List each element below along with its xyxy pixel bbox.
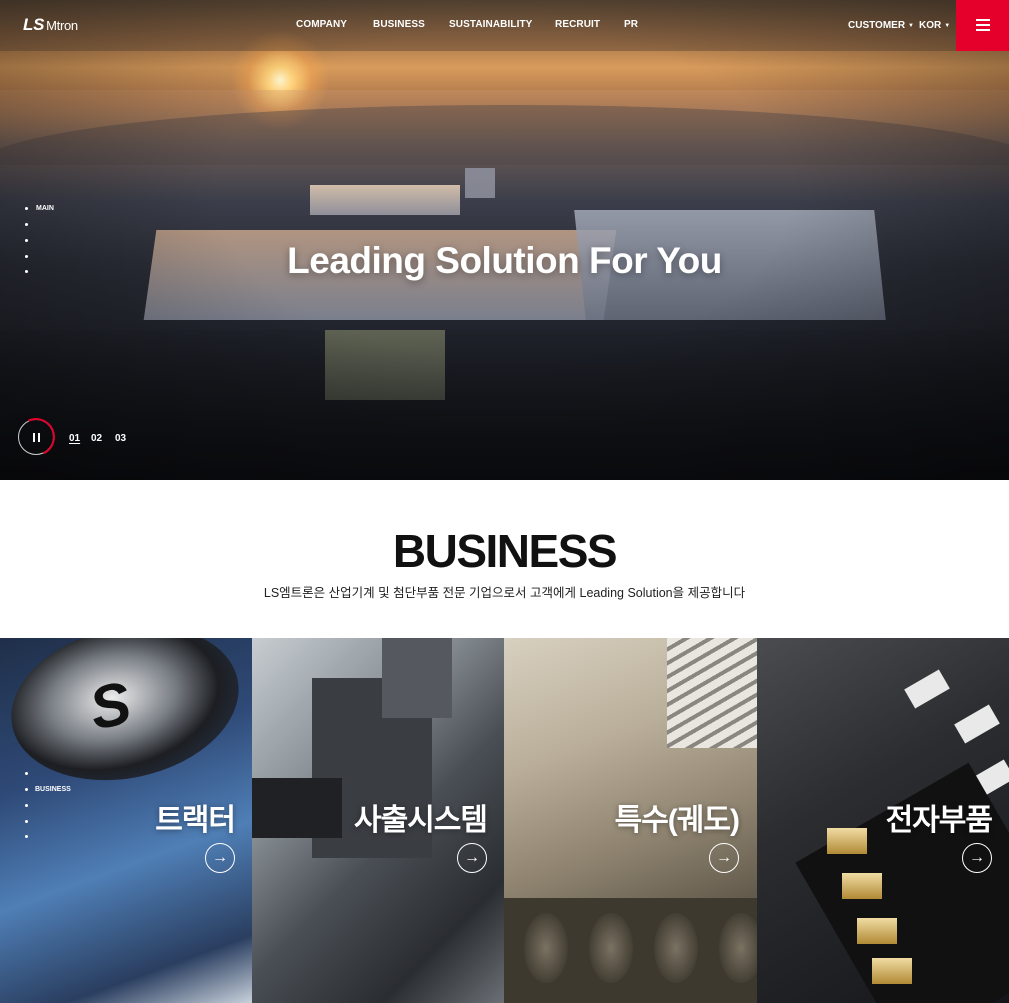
business-description: LS엠트론은 산업기계 및 첨단부품 전문 기업으로서 고객에게 Leading… xyxy=(263,586,746,600)
ls-emblem-image: S xyxy=(0,638,253,801)
circuit-pad xyxy=(954,704,1000,744)
card-title: 특수(궤도) xyxy=(614,804,740,837)
business-card-tractor[interactable]: S 트랙터 → xyxy=(0,638,253,1003)
language-dropdown[interactable]: KOR ▼ xyxy=(919,20,950,31)
side-nav-dot[interactable] xyxy=(25,804,28,807)
nav-pr[interactable]: PR xyxy=(624,19,638,30)
business-card-electronic-parts[interactable]: 전자부품 → xyxy=(757,638,1009,1003)
nav-sustainability[interactable]: SUSTAINABILITY xyxy=(449,19,532,30)
nav-recruit[interactable]: RECRUIT xyxy=(555,19,600,30)
business-card-injection[interactable]: 사출시스템 → xyxy=(252,638,505,1003)
language-label: KOR xyxy=(919,20,942,31)
side-nav-label[interactable]: BUSINESS xyxy=(35,786,71,793)
card-title: 트랙터 xyxy=(155,804,236,837)
arrow-right-icon[interactable]: → xyxy=(457,843,487,873)
side-nav-dot[interactable] xyxy=(25,207,28,210)
customer-label: CUSTOMER xyxy=(848,20,906,31)
nav-business[interactable]: BUSINESS xyxy=(373,19,425,30)
arrow-right-icon[interactable]: → xyxy=(205,843,235,873)
hero-title: Leading Solution For You xyxy=(287,240,722,281)
logo-text: Mtron xyxy=(46,18,78,33)
caret-down-icon: ▼ xyxy=(944,23,951,29)
logo[interactable]: LS Mtron xyxy=(23,15,78,35)
side-nav-dot[interactable] xyxy=(25,820,28,823)
circuit-pad xyxy=(904,669,950,709)
wheel-image xyxy=(524,913,568,983)
connector-pin xyxy=(857,918,897,944)
machine-image xyxy=(252,778,342,838)
side-nav-dot[interactable] xyxy=(25,223,28,226)
slide-indicator-02[interactable]: 02 xyxy=(91,433,102,444)
slide-indicator-01[interactable]: 01 xyxy=(69,433,80,444)
side-nav-dot[interactable] xyxy=(25,788,28,791)
wheel-image xyxy=(719,913,757,983)
customer-dropdown[interactable]: CUSTOMER ▼ xyxy=(848,20,914,31)
business-title: BUSINESS xyxy=(392,525,618,577)
connector-pin xyxy=(842,873,882,899)
business-card-special-track[interactable]: 특수(궤도) → xyxy=(504,638,757,1003)
card-title: 전자부품 xyxy=(885,804,993,837)
side-nav-dot[interactable] xyxy=(25,835,28,838)
pipes-image xyxy=(667,638,757,748)
logo-mark: LS xyxy=(23,15,45,34)
pause-button[interactable] xyxy=(18,419,54,455)
slide-indicator-03[interactable]: 03 xyxy=(115,433,126,444)
connector-pin xyxy=(872,958,912,984)
nav-company[interactable]: COMPANY xyxy=(296,19,347,30)
site-header: LS Mtron COMPANY BUSINESS SUSTAINABILITY … xyxy=(0,0,1009,51)
card-title: 사출시스템 xyxy=(354,804,488,837)
arrow-right-icon[interactable]: → xyxy=(709,843,739,873)
caret-down-icon: ▼ xyxy=(908,23,914,29)
connector-pin xyxy=(827,828,867,854)
wheel-image xyxy=(654,913,698,983)
side-nav-dot[interactable] xyxy=(25,772,28,775)
machine-image xyxy=(382,638,452,718)
side-nav-label[interactable]: MAIN xyxy=(36,205,54,212)
wheel-image xyxy=(589,913,633,983)
arrow-right-icon[interactable]: → xyxy=(962,843,992,873)
menu-button[interactable] xyxy=(956,0,1009,51)
